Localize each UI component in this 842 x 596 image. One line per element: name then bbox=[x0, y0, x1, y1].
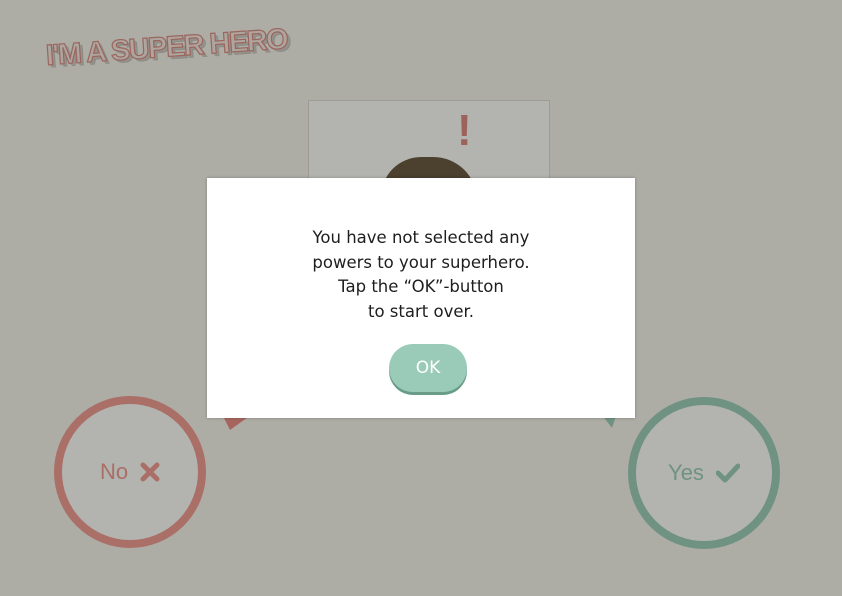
dialog-message-line: Tap the “OK”-button bbox=[338, 277, 504, 296]
dialog-message-line: to start over. bbox=[367, 301, 474, 321]
dialog-message: You have not selected any powers to your… bbox=[207, 226, 635, 324]
alert-dialog: You have not selected any powers to your… bbox=[207, 178, 635, 418]
dialog-message-line: powers to your superhero. bbox=[312, 252, 530, 272]
app-screen: I'M A SUPER HERO ! No Yes You have not s… bbox=[0, 0, 842, 596]
ok-button[interactable]: OK bbox=[389, 344, 467, 392]
dialog-message-line: You have not selected any bbox=[312, 228, 530, 247]
